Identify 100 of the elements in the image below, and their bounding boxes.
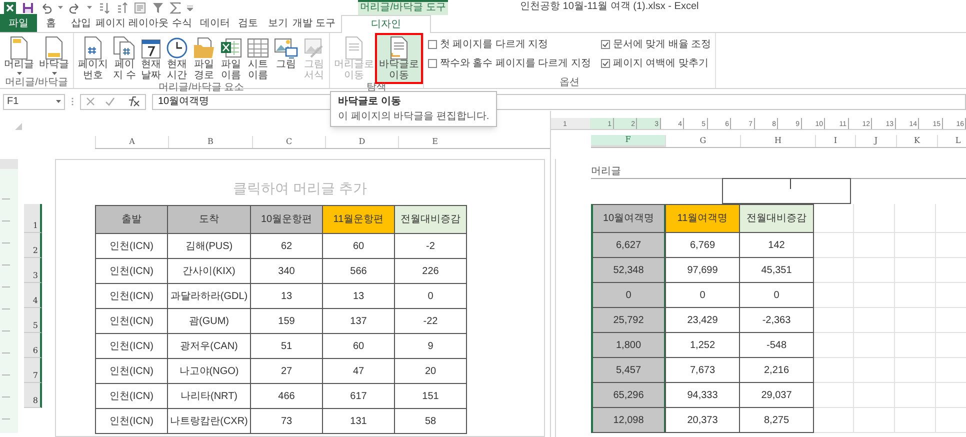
ribbon-tab[interactable]: 파일 xyxy=(0,14,37,32)
grid-cell[interactable] xyxy=(814,204,854,233)
grid-cell[interactable] xyxy=(854,233,895,258)
row-header[interactable]: 7 xyxy=(24,358,42,383)
drag-handle-icon[interactable] xyxy=(71,97,74,106)
grid-cell[interactable] xyxy=(854,258,895,283)
grid-cell[interactable] xyxy=(854,333,895,358)
ribbon-button[interactable]: 파일 경로 xyxy=(190,35,217,82)
grid-cell[interactable] xyxy=(895,283,936,308)
column-header[interactable]: H xyxy=(741,135,816,147)
grid-cell[interactable] xyxy=(895,204,936,233)
grid-cell[interactable] xyxy=(895,258,936,283)
column-header[interactable]: G xyxy=(666,135,741,147)
ribbon-button[interactable]: 현재 시간 xyxy=(164,35,190,82)
row-header[interactable]: 3 xyxy=(24,258,42,283)
customize-icon[interactable] xyxy=(187,4,193,10)
column-header[interactable]: E xyxy=(398,136,471,148)
filter-icon[interactable] xyxy=(152,2,164,14)
ribbon-button[interactable]: 파일 이름 xyxy=(218,35,244,82)
option-checkbox[interactable]: 첫 페이지를 다르게 지정 xyxy=(428,38,591,51)
column-header[interactable]: B xyxy=(168,136,252,148)
ribbon-tab[interactable]: 개발 도구 xyxy=(293,14,335,32)
select-all-icon[interactable] xyxy=(15,123,22,130)
grid-cell[interactable] xyxy=(814,333,854,358)
option-checkbox[interactable]: 문서에 맞게 배율 조정 xyxy=(600,38,712,51)
column-header[interactable]: K xyxy=(897,135,938,147)
grid-cell[interactable] xyxy=(895,358,936,383)
ribbon-tab[interactable]: 데이터 xyxy=(197,14,233,32)
ribbon-tab[interactable]: 보기 xyxy=(263,14,293,32)
grid-cell[interactable] xyxy=(895,233,936,258)
grid-cell[interactable] xyxy=(814,308,854,333)
column-header[interactable]: C xyxy=(252,136,325,148)
grid-cell[interactable] xyxy=(814,358,854,383)
row-header[interactable]: 5 xyxy=(24,308,42,333)
grid-cell[interactable] xyxy=(895,408,936,433)
grid-cell[interactable] xyxy=(854,383,895,408)
spreadsheet-file-icon xyxy=(220,36,242,58)
header-section-field[interactable] xyxy=(722,178,852,204)
picture-icon xyxy=(274,36,298,58)
option-checkbox[interactable]: 페이지 여백에 맞추기 xyxy=(600,57,712,70)
form-icon[interactable] xyxy=(134,2,146,14)
undo-icon[interactable] xyxy=(40,2,52,14)
grid-cell[interactable] xyxy=(895,383,936,408)
grid-cell[interactable] xyxy=(814,283,854,308)
tooltip-title: 바닥글로 이동 xyxy=(338,95,402,108)
table-cell: 1,252 xyxy=(665,333,740,358)
sort-ascending-icon[interactable] xyxy=(98,2,110,14)
ribbon-button[interactable]: 바닥글로 이동 xyxy=(376,35,421,82)
grid-cell[interactable] xyxy=(854,204,895,233)
column-header[interactable]: I xyxy=(816,135,856,147)
row-header[interactable]: 2 xyxy=(24,233,42,258)
grid-cell[interactable] xyxy=(814,408,854,433)
ribbon-button[interactable]: 그림 xyxy=(272,35,300,71)
name-box[interactable]: F1 xyxy=(3,94,65,110)
window-title: 인천공항 10월-11월 여객 (1).xlsx - Excel xyxy=(520,1,699,13)
caret-icon[interactable] xyxy=(87,6,92,10)
option-checkbox[interactable]: 짝수와 홀수 페이지를 다르게 지정 xyxy=(428,57,591,70)
ribbon-button[interactable]: 시트 이름 xyxy=(244,35,271,82)
column-header[interactable]: F xyxy=(591,135,666,147)
row-header[interactable]: 4 xyxy=(24,283,42,308)
row-header[interactable]: 1 xyxy=(24,204,42,233)
sum-icon[interactable] xyxy=(170,2,181,14)
grid-cell[interactable] xyxy=(814,258,854,283)
ribbon-tab[interactable]: 디자인 xyxy=(341,15,431,33)
table-cell: 25,792 xyxy=(591,308,666,333)
column-header[interactable]: A xyxy=(95,136,168,148)
grid-cell[interactable] xyxy=(854,308,895,333)
column-header[interactable]: D xyxy=(325,136,398,148)
ribbon-button[interactable]: 페이 지 수 xyxy=(111,35,138,82)
row-header[interactable]: 6 xyxy=(24,333,42,358)
grid-cell[interactable] xyxy=(854,358,895,383)
column-header[interactable]: L xyxy=(938,135,966,147)
ribbon-tab[interactable]: 삽입 xyxy=(65,14,97,32)
check-icon[interactable] xyxy=(105,97,116,106)
grid-cell[interactable] xyxy=(854,283,895,308)
caret-icon[interactable] xyxy=(58,6,63,10)
table-cell: 0 xyxy=(591,283,666,308)
cancel-icon[interactable] xyxy=(86,97,96,106)
table-cell: 0 xyxy=(394,284,467,309)
ribbon-button[interactable]: 머리글 xyxy=(2,35,36,76)
page-number-icon xyxy=(83,36,103,60)
ribbon-tab[interactable]: 홈 xyxy=(37,14,65,32)
grid-cell[interactable] xyxy=(854,408,895,433)
table-cell: 65,296 xyxy=(591,383,666,408)
column-header[interactable]: J xyxy=(856,135,897,147)
ribbon-tab[interactable]: 검토 xyxy=(233,14,263,32)
table-cell: 7,673 xyxy=(665,358,740,383)
ribbon-button[interactable]: 현재 날짜 xyxy=(138,35,163,82)
row-header[interactable]: 8 xyxy=(24,383,42,408)
save-icon[interactable] xyxy=(22,2,34,14)
ribbon-button[interactable]: 페이지 번호 xyxy=(76,35,110,82)
sort-descending-icon[interactable] xyxy=(116,2,128,14)
grid-cell[interactable] xyxy=(895,333,936,358)
ribbon-tab[interactable]: 페이지 레이아웃 xyxy=(97,14,167,32)
grid-cell[interactable] xyxy=(895,308,936,333)
grid-cell[interactable] xyxy=(814,233,854,258)
ribbon-tab[interactable]: 수식 xyxy=(167,14,197,32)
ribbon-button[interactable]: 바닥글 xyxy=(37,35,71,76)
grid-cell[interactable] xyxy=(814,383,854,408)
redo-icon[interactable] xyxy=(69,2,81,14)
